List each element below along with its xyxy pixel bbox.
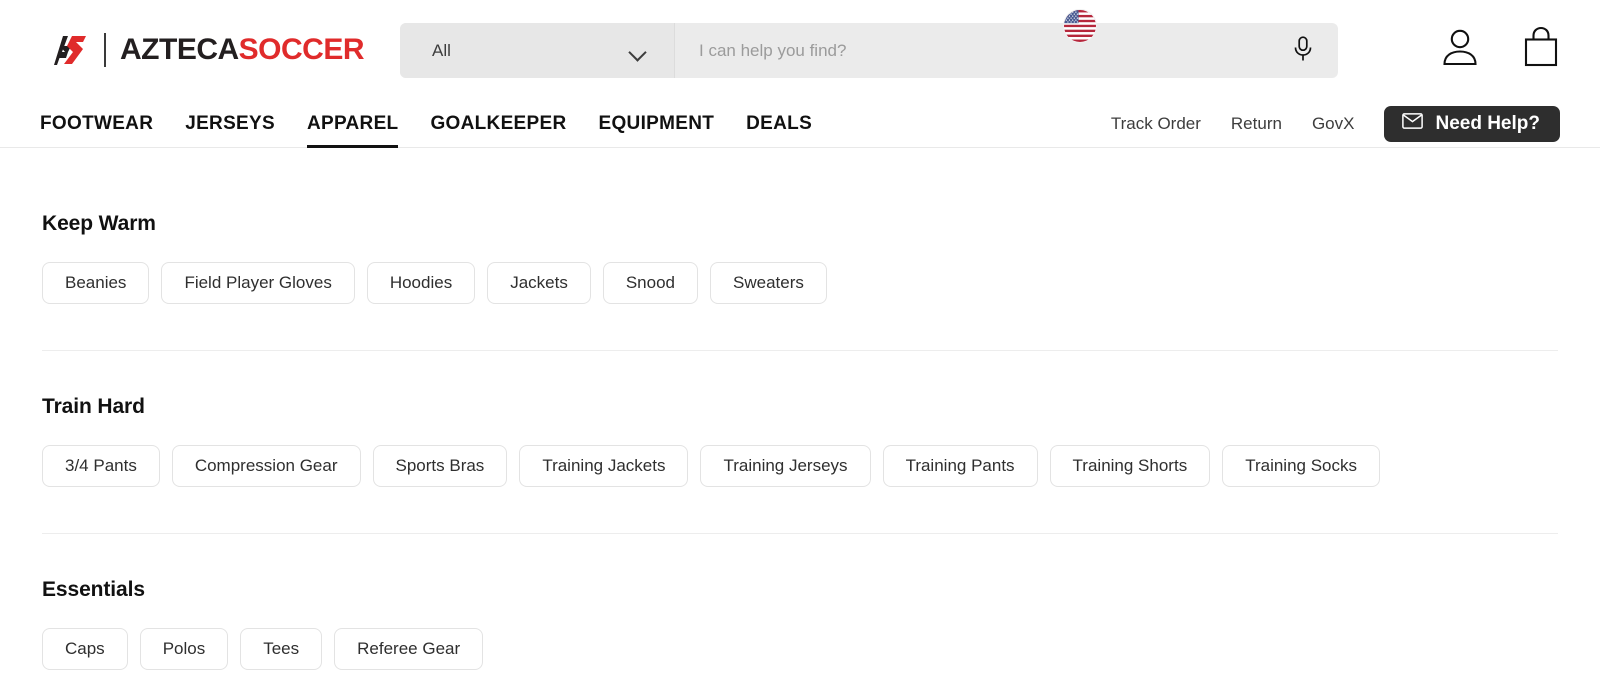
chip-referee-gear[interactable]: Referee Gear	[334, 628, 484, 670]
chip-sports-bras[interactable]: Sports Bras	[372, 445, 508, 487]
account-button[interactable]	[1440, 26, 1480, 71]
nav-item-apparel[interactable]: APPAREL	[306, 100, 399, 148]
voice-search-button[interactable]	[1290, 36, 1316, 66]
search-category-value: All	[432, 40, 451, 60]
envelope-icon	[1402, 112, 1424, 135]
chip-row-essentials: Caps Polos Tees Referee Gear	[42, 628, 1558, 670]
chip-jackets[interactable]: Jackets	[487, 262, 591, 304]
chip-row-keep-warm: Beanies Field Player Gloves Hoodies Jack…	[42, 262, 1558, 304]
primary-navigation: FOOTWEAR JERSEYS APPAREL GOALKEEPER EQUI…	[0, 100, 1600, 148]
page-root: AZTECASOCCER All I can help you find? FO…	[0, 0, 1600, 685]
nav-item-deals[interactable]: DEALS	[746, 100, 812, 147]
link-track-order[interactable]: Track Order	[1111, 114, 1201, 134]
need-help-button[interactable]: Need Help?	[1384, 105, 1560, 142]
nav-item-equipment[interactable]: EQUIPMENT	[599, 100, 715, 147]
microphone-icon	[1293, 36, 1313, 65]
chip-tees[interactable]: Tees	[240, 628, 323, 670]
chip-beanies[interactable]: Beanies	[42, 262, 150, 304]
section-title-keep-warm: Keep Warm	[42, 212, 156, 235]
chip-training-jackets[interactable]: Training Jackets	[519, 445, 689, 487]
chevron-down-icon	[630, 46, 646, 55]
nav-item-goalkeeper[interactable]: GOALKEEPER	[430, 100, 566, 147]
user-account-icon	[1440, 26, 1480, 71]
nav-utility-area: Track Order Return GovX Need Help?	[1111, 100, 1560, 147]
chip-training-pants[interactable]: Training Pants	[882, 445, 1038, 487]
chip-three-quarter-pants[interactable]: 3/4 Pants	[42, 445, 160, 487]
chip-compression-gear[interactable]: Compression Gear	[171, 445, 361, 487]
chip-sweaters[interactable]: Sweaters	[710, 262, 827, 304]
chip-training-shorts[interactable]: Training Shorts	[1049, 445, 1211, 487]
link-return[interactable]: Return	[1231, 114, 1282, 134]
section-essentials: Essentials Caps Polos Tees Referee Gear	[42, 578, 1558, 670]
chip-hoodies[interactable]: Hoodies	[366, 262, 476, 304]
chip-row-train-hard: 3/4 Pants Compression Gear Sports Bras T…	[42, 445, 1558, 487]
site-header: AZTECASOCCER All I can help you find? FO…	[0, 0, 1600, 148]
section-title-train-hard: Train Hard	[42, 395, 145, 418]
nav-categories: FOOTWEAR JERSEYS APPAREL GOALKEEPER EQUI…	[40, 100, 812, 148]
logo-wordmark: AZTECASOCCER	[120, 33, 365, 66]
link-govx[interactable]: GovX	[1312, 114, 1355, 134]
logo-word-soccer: SOCCER	[238, 33, 365, 66]
chip-snood[interactable]: Snood	[602, 262, 699, 304]
site-logo[interactable]: AZTECASOCCER	[42, 33, 365, 67]
chip-training-socks[interactable]: Training Socks	[1222, 445, 1381, 487]
section-keep-warm: Keep Warm Beanies Field Player Gloves Ho…	[42, 212, 1558, 304]
cart-button[interactable]	[1522, 26, 1560, 71]
logo-divider	[104, 33, 106, 67]
us-flag-icon[interactable]	[1063, 9, 1097, 43]
nav-item-footwear[interactable]: FOOTWEAR	[40, 100, 153, 147]
search-input[interactable]	[699, 40, 1290, 61]
header-top-bar: AZTECASOCCER All	[0, 0, 1600, 100]
chip-caps[interactable]: Caps	[42, 628, 128, 670]
section-divider-1	[42, 350, 1558, 351]
search-category-dropdown[interactable]: All	[400, 23, 675, 78]
nav-item-jerseys[interactable]: JERSEYS	[185, 100, 275, 147]
section-train-hard: Train Hard 3/4 Pants Compression Gear Sp…	[42, 395, 1558, 487]
chip-field-player-gloves[interactable]: Field Player Gloves	[161, 262, 355, 304]
chip-training-jerseys[interactable]: Training Jerseys	[700, 445, 871, 487]
section-title-essentials: Essentials	[42, 578, 145, 601]
header-actions	[1440, 26, 1560, 71]
category-browse-content: Keep Warm Beanies Field Player Gloves Ho…	[0, 212, 1600, 670]
logo-word-azteca: AZTECA	[120, 33, 239, 66]
need-help-label: Need Help?	[1435, 112, 1540, 134]
search-field-wrapper	[675, 23, 1338, 78]
chip-polos[interactable]: Polos	[139, 628, 229, 670]
search-bar: All	[400, 23, 1338, 78]
azteca-monogram-icon	[42, 33, 90, 67]
shopping-bag-icon	[1522, 26, 1560, 71]
section-divider-2	[42, 533, 1558, 534]
